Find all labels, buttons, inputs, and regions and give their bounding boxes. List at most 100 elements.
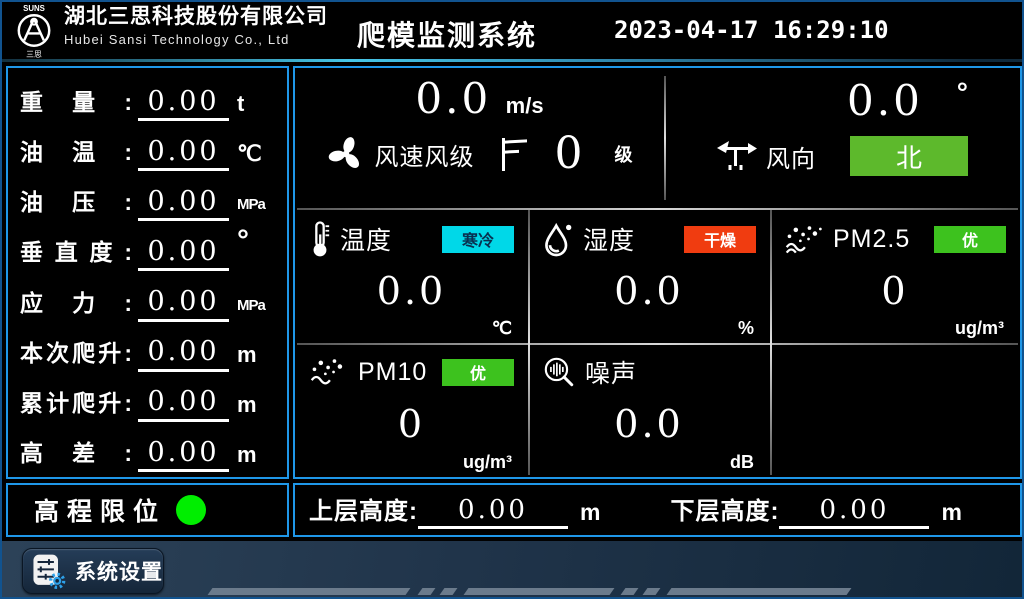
header: SUNS 三思 湖北三思科技股份有限公司 Hubei Sansi Technol… [2, 2, 1022, 59]
temperature-value: 0.0 [309, 272, 514, 310]
row-total-climb: 累计爬升: 0.00 m [20, 374, 277, 422]
pm25-unit: ug/m³ [955, 318, 1004, 339]
header-divider [2, 59, 1022, 62]
height-diff-label: 高 差 : [20, 434, 132, 472]
environment-panel: 0.0 m/s 风速风级 [293, 66, 1022, 479]
elevation-limit-label: 高程限位 [34, 492, 166, 528]
app-window: SUNS 三思 湖北三思科技股份有限公司 Hubei Sansi Technol… [0, 0, 1024, 599]
oil-temp-unit: ℃ [233, 141, 277, 171]
wind-direction-unit: ° [957, 80, 968, 105]
wind-level-line: 风速风级 0 级 [295, 132, 664, 176]
pm25-value: 0 [784, 272, 1006, 310]
weight-label: 重 量 : [20, 83, 132, 121]
empty-cell [770, 343, 1020, 477]
total-climb-value: 0.00 [138, 386, 229, 421]
current-climb-value: 0.00 [138, 336, 229, 371]
strip-segment [208, 588, 411, 595]
pm10-badge: 优 [442, 359, 514, 386]
lower-height-unit: m [941, 499, 961, 529]
elevation-limit-panel: 高程限位 [6, 483, 289, 537]
page-title: 爬模监测系统 [357, 14, 537, 54]
oil-temp-value: 0.00 [138, 136, 229, 171]
particles-icon [309, 355, 349, 389]
noise-icon [542, 355, 576, 389]
heights-panel: 上层高度: 0.00 m 下层高度: 0.00 m [293, 483, 1022, 537]
weight-value: 0.00 [138, 86, 229, 121]
total-climb-label: 累计爬升: [20, 384, 132, 422]
row-oil-temp: 油 温 : 0.00 ℃ [20, 123, 277, 171]
wind-section: 0.0 m/s 风速风级 [295, 68, 1020, 208]
stress-unit: MPa [233, 297, 277, 322]
noise-head: 噪声 [542, 353, 756, 391]
wind-speed-value: 0.0 [415, 74, 491, 123]
wind-level-label: 风速风级 [375, 137, 475, 172]
oil-temp-label: 油 温 : [20, 133, 132, 171]
pm10-label: PM10 [358, 358, 427, 387]
humidity-head: 湿度 干燥 [542, 220, 756, 258]
noise-cell: 噪声 0.0 dB [528, 343, 770, 477]
pm10-head: PM10 优 [309, 353, 514, 391]
logo-top-text: SUNS [23, 4, 45, 13]
measurements-panel: 重 量 : 0.00 t 油 温 : 0.00 ℃ 油 压 : 0.00 MPa… [6, 66, 289, 479]
humidity-label: 湿度 [583, 221, 635, 257]
pm25-label: PM2.5 [833, 225, 910, 254]
logo-bottom-text: 三思 [26, 50, 42, 58]
system-settings-button[interactable]: 系统设置 [22, 548, 164, 594]
particles-icon [784, 222, 824, 256]
upper-height-value: 0.00 [418, 496, 568, 529]
humidity-cell: 湿度 干燥 0.0 % [528, 210, 770, 343]
strip-segment [667, 588, 852, 595]
temperature-label: 温度 [340, 221, 392, 257]
wind-speed-line: 0.0 m/s [295, 68, 664, 120]
wind-direction-value: 0.0 [847, 80, 923, 122]
pm25-head: PM2.5 优 [784, 220, 1006, 258]
row-current-climb: 本次爬升: 0.00 m [20, 324, 277, 372]
temperature-unit: ℃ [492, 318, 512, 339]
oil-pressure-unit: MPa [233, 196, 277, 221]
current-climb-label: 本次爬升: [20, 334, 132, 372]
current-climb-unit: m [233, 342, 277, 372]
droplet-icon [542, 221, 574, 257]
total-climb-unit: m [233, 392, 277, 422]
humidity-badge: 干燥 [684, 226, 756, 253]
temperature-cell: 温度 寒冷 0.0 ℃ [295, 210, 528, 343]
wind-direction-label: 风向 [766, 139, 816, 174]
company-logo-icon: SUNS 三思 [10, 3, 58, 58]
bottom-bar: 系统设置 [2, 541, 1022, 599]
humidity-unit: % [738, 318, 754, 339]
system-settings-label: 系统设置 [75, 556, 163, 586]
wind-level-icon [497, 135, 531, 173]
wind-speed-block: 0.0 m/s 风速风级 [295, 68, 664, 208]
pm10-cell: PM10 优 0 ug/m³ [295, 343, 528, 477]
strip-slash [418, 588, 436, 595]
row-verticality: 垂直度: 0.00 ° [20, 223, 277, 271]
noise-label: 噪声 [585, 354, 637, 390]
wind-direction-sub: 风向 北 [664, 136, 1020, 176]
stress-label: 应 力 : [20, 284, 132, 322]
fan-icon [327, 135, 365, 173]
wind-level-value: 0 [555, 132, 583, 176]
verticality-unit: ° [233, 223, 277, 257]
noise-unit: dB [730, 452, 754, 473]
row-height-diff: 高 差 : 0.00 m [20, 424, 277, 472]
lower-height-group: 下层高度: 0.00 m [670, 491, 961, 529]
weight-unit: t [233, 91, 277, 121]
pm10-value: 0 [309, 405, 514, 443]
height-diff-unit: m [233, 442, 277, 472]
oil-pressure-label: 油 压 : [20, 183, 132, 221]
humidity-value: 0.0 [542, 272, 756, 310]
row-weight: 重 量 : 0.00 t [20, 73, 277, 121]
wind-level-unit: 级 [615, 141, 633, 167]
strip-slash [643, 588, 661, 595]
row-stress: 应 力 : 0.00 MPa [20, 274, 277, 322]
pm25-cell: PM2.5 优 0 ug/m³ [770, 210, 1020, 343]
temperature-badge: 寒冷 [442, 226, 514, 253]
upper-height-unit: m [580, 499, 600, 529]
oil-pressure-value: 0.00 [138, 186, 229, 221]
wind-direction-badge: 北 [850, 136, 968, 176]
company-name-cn: 湖北三思科技股份有限公司 [64, 6, 328, 27]
strip-segment [464, 588, 615, 595]
elevation-status-indicator [176, 495, 206, 525]
company-name-en: Hubei Sansi Technology Co., Ltd [64, 33, 328, 46]
noise-value: 0.0 [542, 405, 756, 443]
